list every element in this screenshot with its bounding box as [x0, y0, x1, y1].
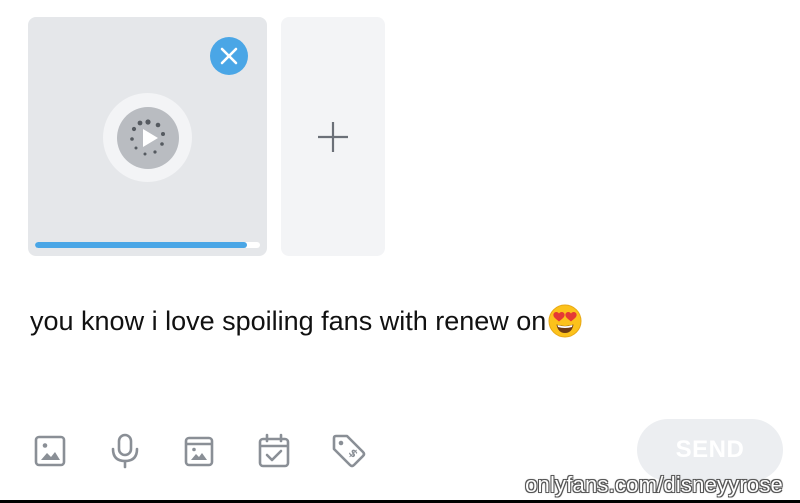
media-upload-tile: [28, 17, 267, 256]
voice-message-button[interactable]: [104, 430, 146, 472]
play-loading-icon: [129, 118, 165, 155]
remove-media-button[interactable]: [210, 37, 248, 75]
vault-icon: [184, 436, 214, 467]
price-tag-icon: $: [332, 434, 366, 468]
svg-text:$: $: [346, 446, 361, 461]
plus-icon: [318, 121, 348, 152]
schedule-button[interactable]: [253, 430, 295, 472]
calendar-check-icon: [258, 433, 290, 468]
image-icon: [34, 435, 66, 467]
vault-button[interactable]: [178, 430, 220, 472]
add-media-button[interactable]: [281, 17, 385, 256]
message-body: you know i love spoiling fans with renew…: [30, 305, 547, 336]
heart-eyes-emoji: [548, 304, 582, 338]
upload-progress-fill: [35, 242, 247, 248]
close-icon: [220, 47, 238, 65]
upload-loader: [103, 93, 192, 182]
upload-progress-bar: [35, 242, 260, 248]
microphone-icon: [111, 433, 139, 469]
message-text[interactable]: you know i love spoiling fans with renew…: [30, 304, 582, 338]
set-price-button[interactable]: $: [328, 430, 370, 472]
add-image-button[interactable]: [29, 430, 71, 472]
watermark-text: onlyfans.com/disneyyrose: [525, 472, 783, 497]
message-composer: you know i love spoiling fans with renew…: [0, 0, 800, 503]
